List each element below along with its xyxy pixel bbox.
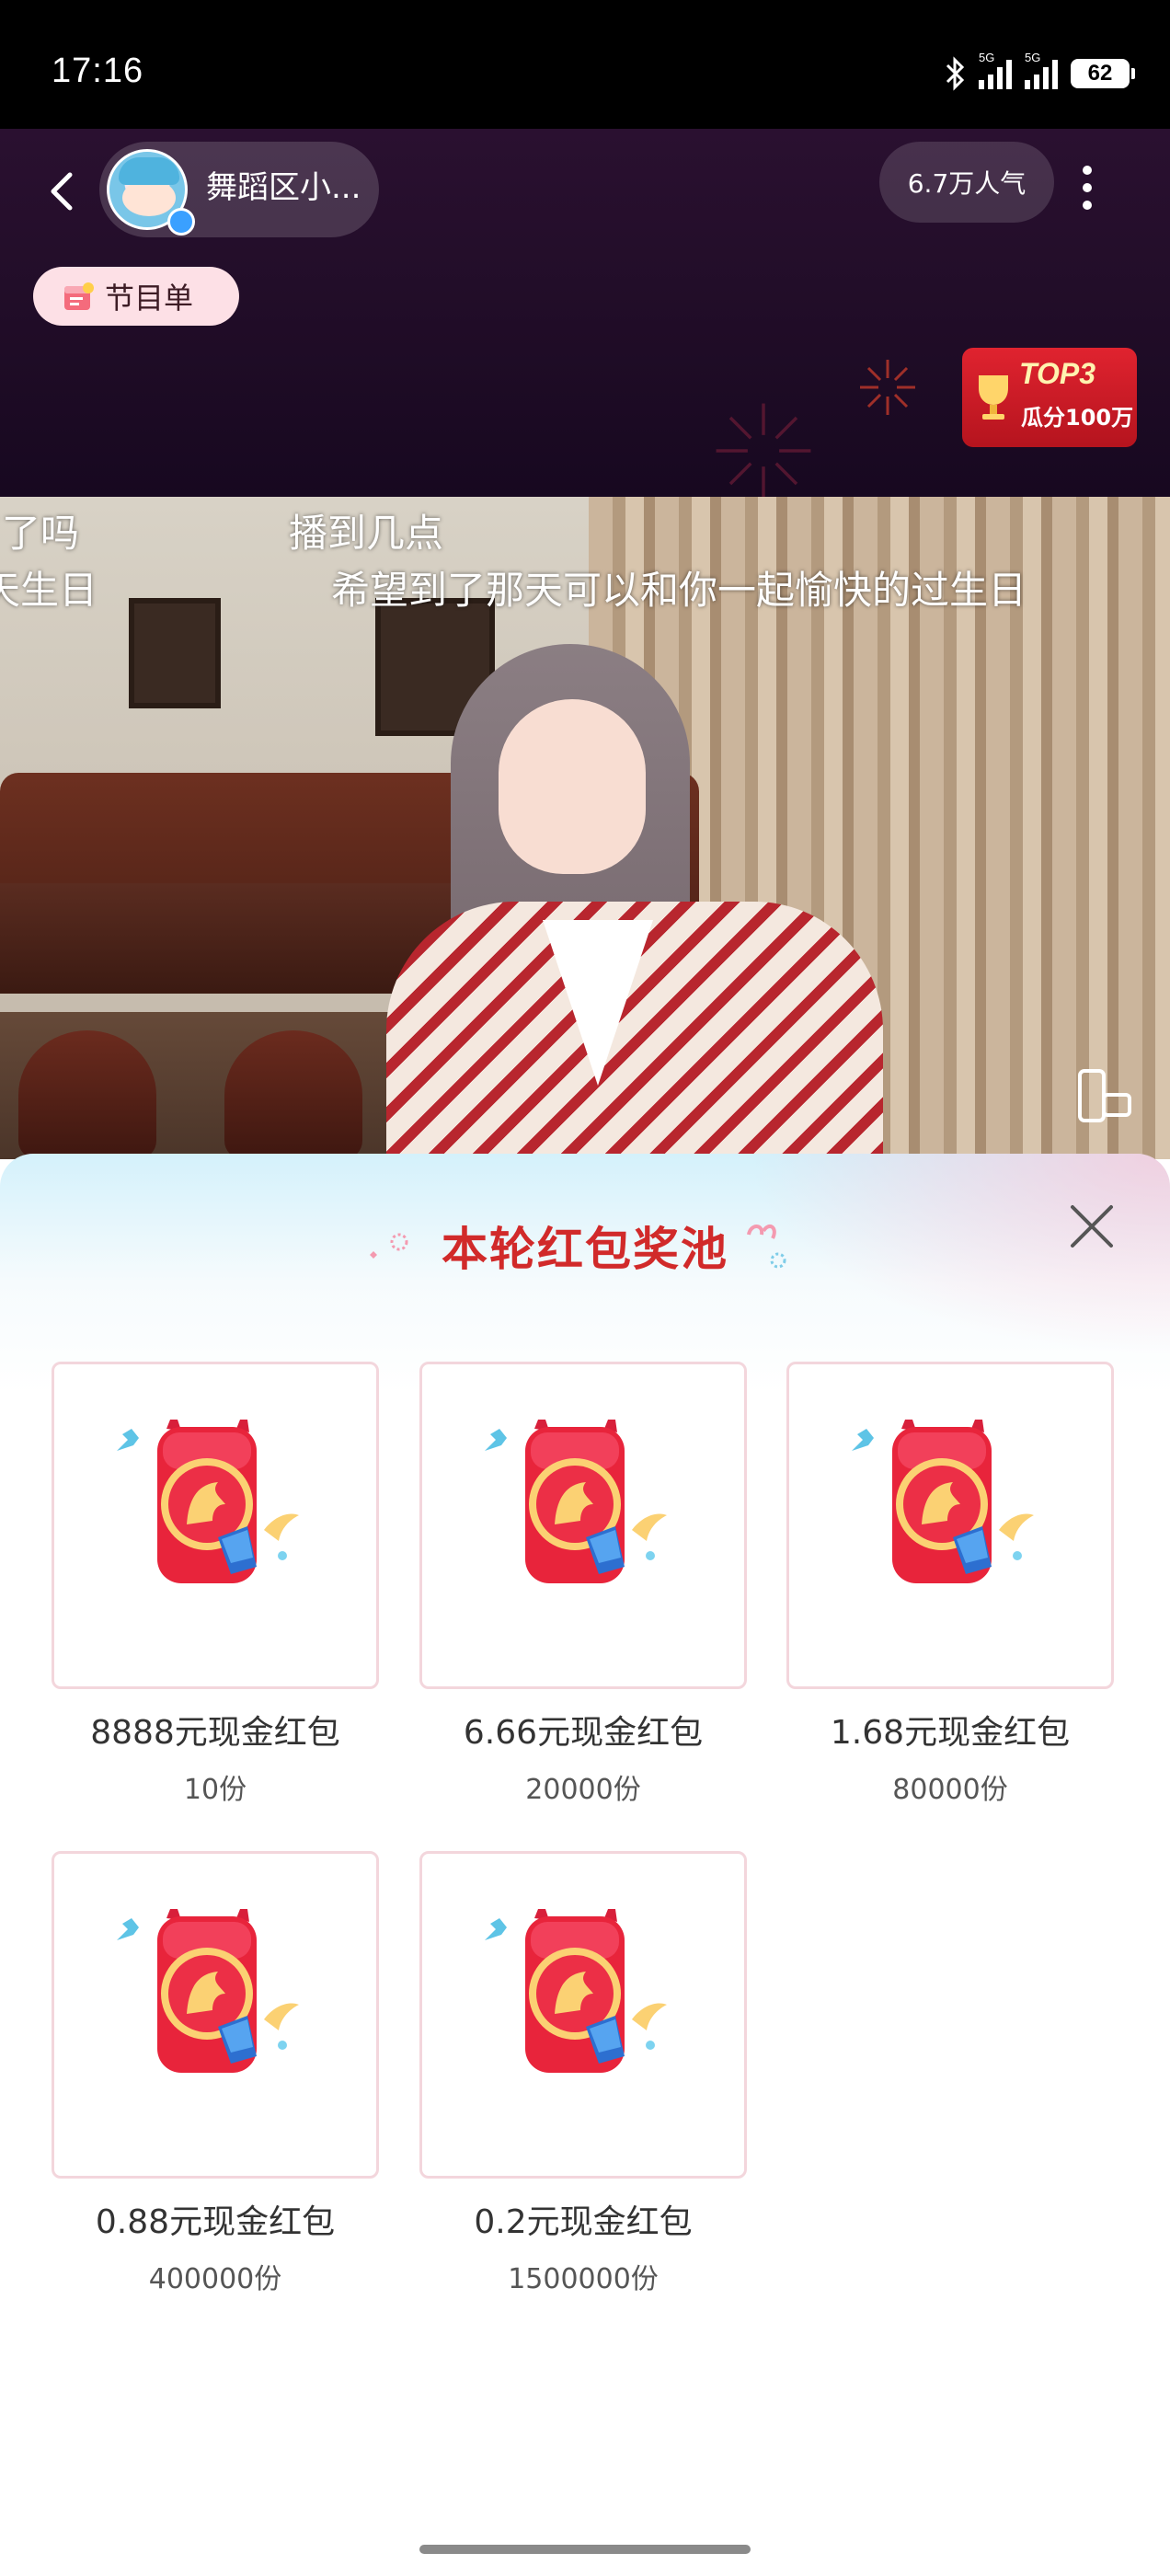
status-time: 17:16 [52, 52, 144, 90]
sparkle-icon [747, 1224, 786, 1269]
streamer-name[interactable]: 舞蹈区小... [206, 162, 361, 207]
wall-painting [129, 598, 221, 708]
firework-decoration-icon [716, 403, 811, 497]
prize-card[interactable] [786, 1362, 1114, 1689]
danmu-message: 希望到了那天可以和你一起愉快的过生日 [331, 568, 1027, 613]
red-envelope-icon [485, 1420, 667, 1583]
prize-count: 400000份 [148, 2263, 282, 2295]
prize-count: 1500000份 [508, 2263, 659, 2295]
top3-badge[interactable]: TOP3 瓜分100万 [962, 348, 1137, 447]
bluetooth-icon [946, 56, 965, 91]
prize-name: 0.88元现金红包 [95, 2203, 336, 2241]
signal-label: 5G [1025, 51, 1041, 64]
battery-icon: 62 [1071, 59, 1135, 88]
red-packet-pool-sheet: 本轮红包奖池 8888元现金红包 10份 6.66元现金红包 20000份 1.… [0, 1154, 1170, 2576]
calendar-icon [64, 282, 94, 310]
live-header: 舞蹈区小... 6.7万人气 节目单 TOP3 瓜分100万 [0, 129, 1170, 497]
home-indicator[interactable] [419, 2545, 751, 2554]
prize-card[interactable] [52, 1851, 379, 2179]
back-icon[interactable] [37, 166, 88, 217]
red-envelope-icon [485, 1909, 667, 2073]
stool [224, 1030, 362, 1159]
rotate-screen-icon[interactable] [1072, 1064, 1137, 1128]
top3-title: TOP3 [1019, 357, 1095, 390]
stool [18, 1030, 156, 1159]
verified-badge-icon [167, 208, 195, 236]
live-video[interactable]: 了了吗 播到几点 天生日 希望到了那天可以和你一起愉快的过生日 [0, 497, 1170, 1159]
danmu-message: 播到几点 [289, 511, 444, 556]
prize-card[interactable] [52, 1362, 379, 1689]
prize-name: 0.2元现金红包 [474, 2203, 693, 2241]
prize-count: 10份 [183, 1774, 247, 1806]
firework-decoration-icon [860, 360, 915, 415]
top3-subtitle: 瓜分100万 [1021, 405, 1134, 431]
prize-count: 20000份 [525, 1774, 641, 1806]
signal-icon: 5G [979, 51, 1012, 89]
streamer-info[interactable]: 舞蹈区小... [99, 142, 379, 237]
danmu-message: 天生日 [0, 568, 98, 613]
signal-icon: 5G [1025, 51, 1058, 89]
prize-name: 1.68元现金红包 [830, 1714, 1071, 1752]
prize-card[interactable] [419, 1851, 747, 2179]
signal-label: 5G [979, 51, 995, 64]
more-options-icon[interactable] [1067, 162, 1107, 213]
prize-count: 80000份 [892, 1774, 1008, 1806]
prize-name: 8888元现金红包 [90, 1714, 340, 1752]
prize-card[interactable] [419, 1362, 747, 1689]
status-icons: 5G 5G 62 [944, 51, 1135, 92]
streamer-person [386, 644, 901, 1159]
red-envelope-icon [852, 1420, 1034, 1583]
program-label: 节目单 [105, 281, 194, 316]
popularity-count[interactable]: 6.7万人气 [879, 142, 1054, 223]
danmu-message: 了了吗 [0, 511, 80, 556]
program-list-button[interactable]: 节目单 [33, 267, 239, 326]
status-bar: 17:16 5G 5G 62 [0, 0, 1170, 129]
red-envelope-icon [117, 1909, 299, 2073]
trophy-icon [979, 375, 1008, 420]
close-icon[interactable] [1061, 1196, 1122, 1257]
prize-name: 6.66元现金红包 [463, 1714, 704, 1752]
red-envelope-icon [117, 1420, 299, 1583]
sheet-title: 本轮红包奖池 [442, 1223, 728, 1276]
